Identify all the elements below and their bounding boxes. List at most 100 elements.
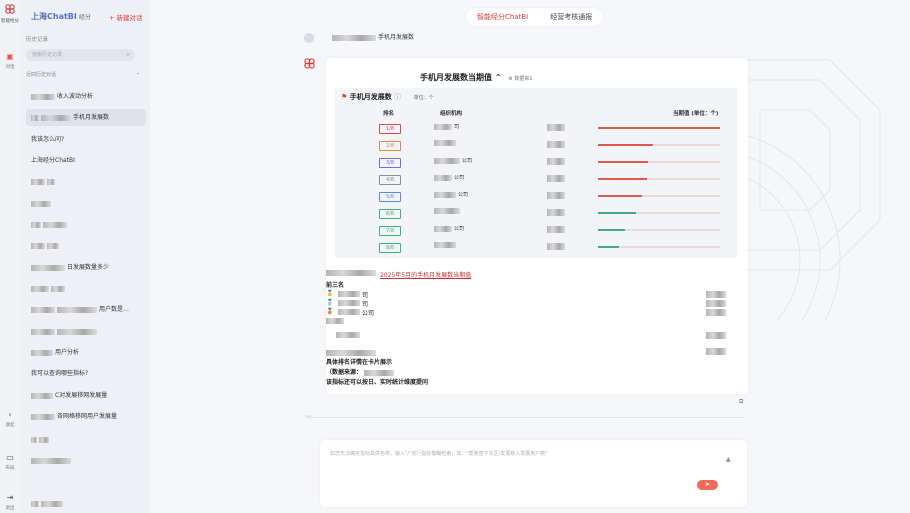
history-item[interactable]	[26, 237, 146, 254]
top3-label: 前三名	[326, 282, 345, 289]
value-cell	[547, 226, 565, 233]
org-name: 司	[434, 123, 459, 130]
history-item[interactable]: 我该怎么问?	[26, 131, 146, 148]
org-name	[434, 242, 458, 249]
ranking-row: 2/8	[335, 137, 737, 154]
send-button[interactable]: ➤	[697, 480, 718, 490]
value-bar-track	[598, 178, 720, 180]
search-icon: ⌕	[126, 51, 130, 58]
history-item[interactable]: 用户分析	[26, 344, 146, 361]
history-item[interactable]	[26, 323, 146, 340]
ranking-row: 4/8 公司	[335, 171, 737, 188]
ranking-row: 3/8 公司	[335, 154, 737, 171]
flag-icon: ⚑	[341, 93, 348, 101]
nav-collapse[interactable]: ‹ 收起	[0, 410, 20, 428]
history-item[interactable]: 用户数是…	[26, 301, 146, 318]
rank-badge: 4/8	[379, 175, 401, 185]
org-name: 公司	[434, 157, 472, 164]
value-bar	[598, 246, 619, 248]
history-item[interactable]	[26, 216, 146, 233]
rank-badge: 2/8	[379, 141, 401, 151]
value-bar-track	[598, 246, 720, 248]
chat-icon: ▣	[6, 52, 14, 61]
history-section-header[interactable]: 近四历史对话 ⌄	[26, 70, 140, 78]
value-bar	[598, 178, 647, 180]
history-item[interactable]: 我可以查询哪些指标?	[26, 365, 146, 382]
history-item[interactable]	[26, 195, 146, 212]
user-avatar	[304, 32, 314, 43]
card-title: 手机月发展数当期值 ⌃ ⚙ 数据来1	[420, 73, 533, 82]
chevron-up-icon[interactable]: ⌃	[495, 73, 502, 82]
nav-chat[interactable]: ▣ 对话	[0, 52, 20, 70]
history-sidebar: 上海ChatBI 经分 + 新建对话 历史记录 搜索历史记录 ⌕ 近四历史对话 ⌄…	[20, 0, 150, 513]
value-bar-track	[598, 212, 720, 214]
value-bar	[598, 144, 653, 146]
ranking-row: 5/8 公司	[335, 188, 737, 205]
rank-badge: 1/8	[379, 124, 401, 134]
history-search-input[interactable]: 搜索历史记录 ⌕	[26, 49, 135, 61]
nav-collapse-label: 收起	[5, 423, 15, 428]
chat-input-box	[320, 440, 747, 507]
history-label: 历史记录	[26, 37, 49, 43]
chevron-down-icon: ⌄	[136, 70, 141, 76]
value-bar	[598, 195, 642, 197]
history-item[interactable]	[26, 280, 146, 297]
copy-icon[interactable]: ⧉	[739, 398, 743, 406]
history-item[interactable]: C对发展移网发展量	[26, 387, 146, 404]
layout-icon: ▭	[6, 453, 14, 462]
value-bar-track	[598, 127, 720, 129]
nav-logout[interactable]: ⇥ 退出	[0, 493, 20, 511]
medal-bronze-icon: 🥉	[326, 308, 334, 315]
logo-label: 智能经分	[1, 19, 19, 24]
tab-report[interactable]: 经营考核通报	[539, 8, 603, 26]
value-cell	[547, 158, 565, 165]
attachment-icon[interactable]: ▲	[726, 456, 731, 463]
send-icon: ➤	[704, 481, 711, 488]
summary-link[interactable]: 2025年5月的手机月发展数当期值	[380, 270, 471, 279]
col-rank: 排名	[383, 111, 395, 117]
history-item[interactable]	[26, 452, 146, 469]
divider	[305, 417, 745, 418]
info-icon[interactable]: ⓘ	[394, 93, 401, 101]
ranking-row: 7/8 公司	[335, 222, 737, 239]
value-bar-track	[598, 195, 720, 197]
history-item-active[interactable]: 手机月发展数	[26, 109, 146, 126]
nav-logout-label: 退出	[5, 506, 15, 511]
history-item[interactable]	[26, 431, 146, 448]
chat-input[interactable]	[328, 448, 727, 492]
chat-main: 智能经分ChatBI 经营考核通报 手机月发展数 手机月发展数当期值 ⌃ ⚙ 数…	[150, 0, 910, 513]
new-chat-button[interactable]: + 新建对话	[109, 12, 143, 22]
value-cell	[547, 192, 565, 199]
history-item[interactable]	[26, 495, 146, 512]
history-item[interactable]: 各网格移网用户发展量	[26, 408, 146, 425]
value-cell	[547, 141, 565, 148]
top3-line-3: 公司	[362, 310, 375, 317]
history-item[interactable]: 收入波动分析	[26, 88, 146, 105]
history-item[interactable]: 上海经分ChatBI	[26, 152, 146, 169]
history-item[interactable]: 日发展数量多少	[26, 259, 146, 276]
user-query-text: 手机月发展数	[378, 34, 415, 41]
rank-badge: 5/8	[379, 192, 401, 202]
col-value: 当期值 (单位：个)	[673, 111, 719, 117]
rank-badge: 8/8	[379, 243, 401, 253]
value-bar-track	[598, 161, 720, 163]
org-name	[434, 208, 462, 215]
value-bar	[598, 229, 625, 231]
top3-line-1: 司	[362, 292, 369, 299]
value-cell	[547, 175, 565, 182]
panel-title: ⚑ 手机月发展数 ⓘ 单位：个	[341, 93, 434, 101]
value-bar	[598, 212, 636, 214]
medal-silver-icon: 🥈	[326, 299, 334, 306]
nav-layout[interactable]: ▭ 布局	[0, 453, 20, 471]
tab-chatbi[interactable]: 智能经分ChatBI	[466, 8, 539, 26]
value-bar-track	[598, 144, 720, 146]
data-source-toggle[interactable]: ⚙ 数据来1	[508, 76, 532, 82]
col-org: 组织机构	[440, 111, 463, 117]
history-item[interactable]	[26, 173, 146, 190]
user-message: 手机月发展数	[304, 32, 414, 43]
detail-note: 具体排名详情在卡片展示	[326, 359, 393, 366]
rank-badge: 3/8	[379, 158, 401, 168]
left-rail: 智能经分 ▣ 对话 ‹ 收起 ▭ 布局 ⇥ 退出	[0, 0, 21, 513]
bot-avatar-icon	[304, 58, 315, 69]
org-name	[434, 140, 458, 147]
